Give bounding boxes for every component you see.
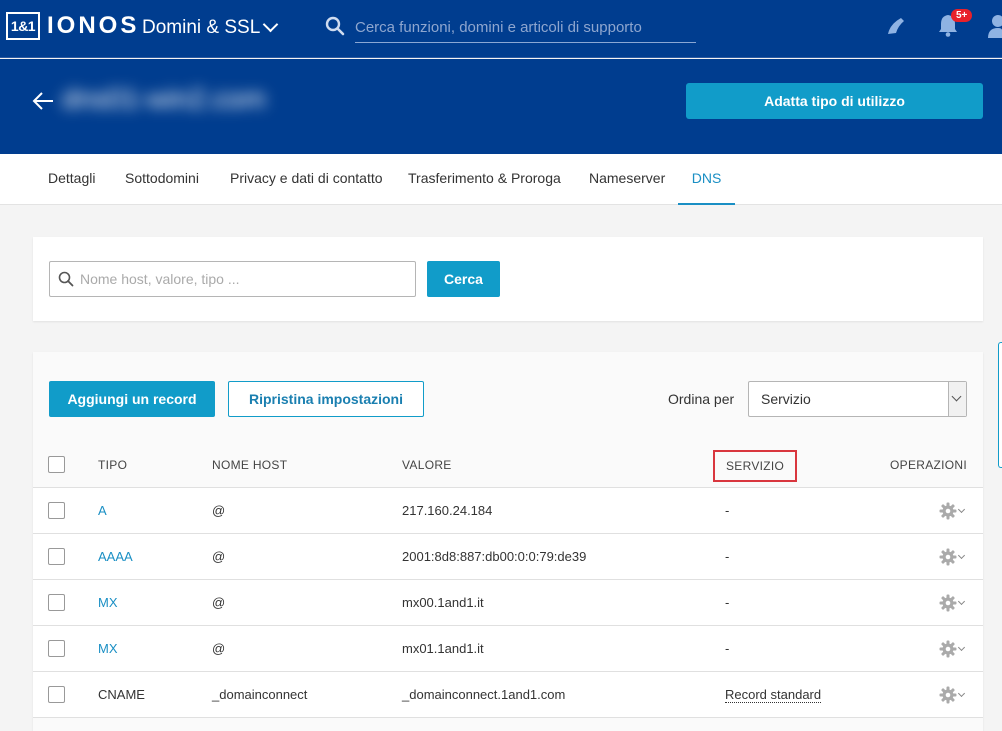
adapt-usage-button[interactable]: Adatta tipo di utilizzo [686,83,983,119]
record-host: @ [212,503,226,518]
row-actions[interactable] [939,502,966,520]
row-checkbox[interactable] [48,640,65,657]
column-valore[interactable]: VALORE [402,458,452,472]
search-icon[interactable] [325,16,345,36]
record-host: @ [212,549,226,564]
record-value: _domainconnect.1and1.com [402,687,566,702]
column-servizio[interactable]: SERVIZIO [713,450,798,482]
back-arrow-icon[interactable] [32,92,54,110]
chevron-down-icon [957,689,966,697]
sort-select[interactable]: Servizio [748,381,967,417]
row-actions[interactable] [939,594,966,612]
tab-dettagli[interactable]: Dettagli [48,154,95,205]
tab-sottodomini[interactable]: Sottodomini [125,154,199,205]
feedback-tab[interactable] [998,342,1002,468]
table-row: MX @ mx00.1and1.it - [33,580,983,626]
chevron-down-icon [957,505,966,513]
record-type[interactable]: A [98,503,107,518]
top-bar: 1&1 IONOS Domini & SSL 5+ [0,0,1002,58]
record-value: mx00.1and1.it [402,595,484,610]
record-service: - [725,503,730,518]
sort-label: Ordina per [668,391,735,407]
domain-header: dns01-win2.com Adatta tipo di utilizzo [0,59,1002,154]
table-row: AAAA @ 2001:8d8:887:db00:0:0:79:de39 - [33,534,983,580]
gear-icon [939,502,957,520]
record-type[interactable]: MX [98,641,118,656]
row-checkbox[interactable] [48,686,65,703]
global-search-input[interactable] [355,12,696,43]
row-checkbox[interactable] [48,502,65,519]
tab-dns[interactable]: DNS [678,154,735,205]
record-value: 2001:8d8:887:db00:0:0:79:de39 [402,549,587,564]
table-header: TIPO NOME HOST VALORE SERVIZIO OPERAZION… [33,442,983,488]
select-all-checkbox[interactable] [48,456,65,473]
record-value: mx01.1and1.it [402,641,484,656]
product-label: Domini & SSL [142,17,261,38]
logo-box: 1&1 [6,12,40,40]
record-type[interactable]: MX [98,595,118,610]
add-record-button[interactable]: Aggiungi un record [49,381,215,417]
search-icon [58,271,74,287]
chevron-down-icon [951,391,962,402]
record-host: _domainconnect [212,687,308,702]
record-type: CNAME [98,687,145,702]
table-row: A @ 217.160.24.184 - [33,488,983,534]
gear-icon [939,594,957,612]
record-service: - [725,641,730,656]
column-host[interactable]: NOME HOST [212,458,287,472]
dropdown-toggle[interactable] [948,382,966,416]
row-actions[interactable] [939,640,966,658]
chevron-down-icon [957,597,966,605]
domain-tabs: Dettagli Sottodomini Privacy e dati di c… [0,154,1002,205]
record-service: - [725,549,730,564]
dns-records-card: Aggiungi un record Ripristina impostazio… [33,352,983,731]
record-search-field [49,261,416,297]
sort-select-value: Servizio [761,391,811,407]
tab-trasferimento[interactable]: Trasferimento & Proroga [408,154,561,205]
record-host: @ [212,595,226,610]
gear-icon [939,640,957,658]
tab-nameserver[interactable]: Nameserver [589,154,665,205]
product-switcher[interactable]: Domini & SSL [142,16,279,39]
notification-badge: 5+ [951,9,973,22]
table-row: CNAME _domainconnect _domainconnect.1and… [33,672,983,718]
record-service: - [725,595,730,610]
user-icon[interactable] [988,14,1002,38]
record-type[interactable]: AAAA [98,549,133,564]
chevron-down-icon [263,16,279,32]
column-tipo[interactable]: TIPO [98,458,127,472]
domain-name: dns01-win2.com [62,83,266,114]
row-actions[interactable] [939,686,966,704]
gear-icon [939,686,957,704]
record-search-card: Cerca [33,237,983,321]
reset-settings-button[interactable]: Ripristina impostazioni [228,381,424,417]
record-host: @ [212,641,226,656]
gear-icon [939,548,957,566]
tab-privacy[interactable]: Privacy e dati di contatto [230,154,383,205]
logo-text: IONOS [47,12,140,39]
column-operazioni: OPERAZIONI [890,458,968,472]
ionos-logo[interactable]: 1&1 IONOS [6,12,139,40]
record-search-input[interactable] [80,262,410,296]
row-checkbox[interactable] [48,594,65,611]
record-value: 217.160.24.184 [402,503,493,518]
phone-icon[interactable] [884,14,908,38]
record-service[interactable]: Record standard [725,687,822,703]
row-checkbox[interactable] [48,548,65,565]
table-row: MX @ mx01.1and1.it - [33,626,983,672]
search-button[interactable]: Cerca [427,261,500,297]
chevron-down-icon [957,551,966,559]
row-actions[interactable] [939,548,966,566]
chevron-down-icon [957,643,966,651]
global-search [325,12,697,44]
